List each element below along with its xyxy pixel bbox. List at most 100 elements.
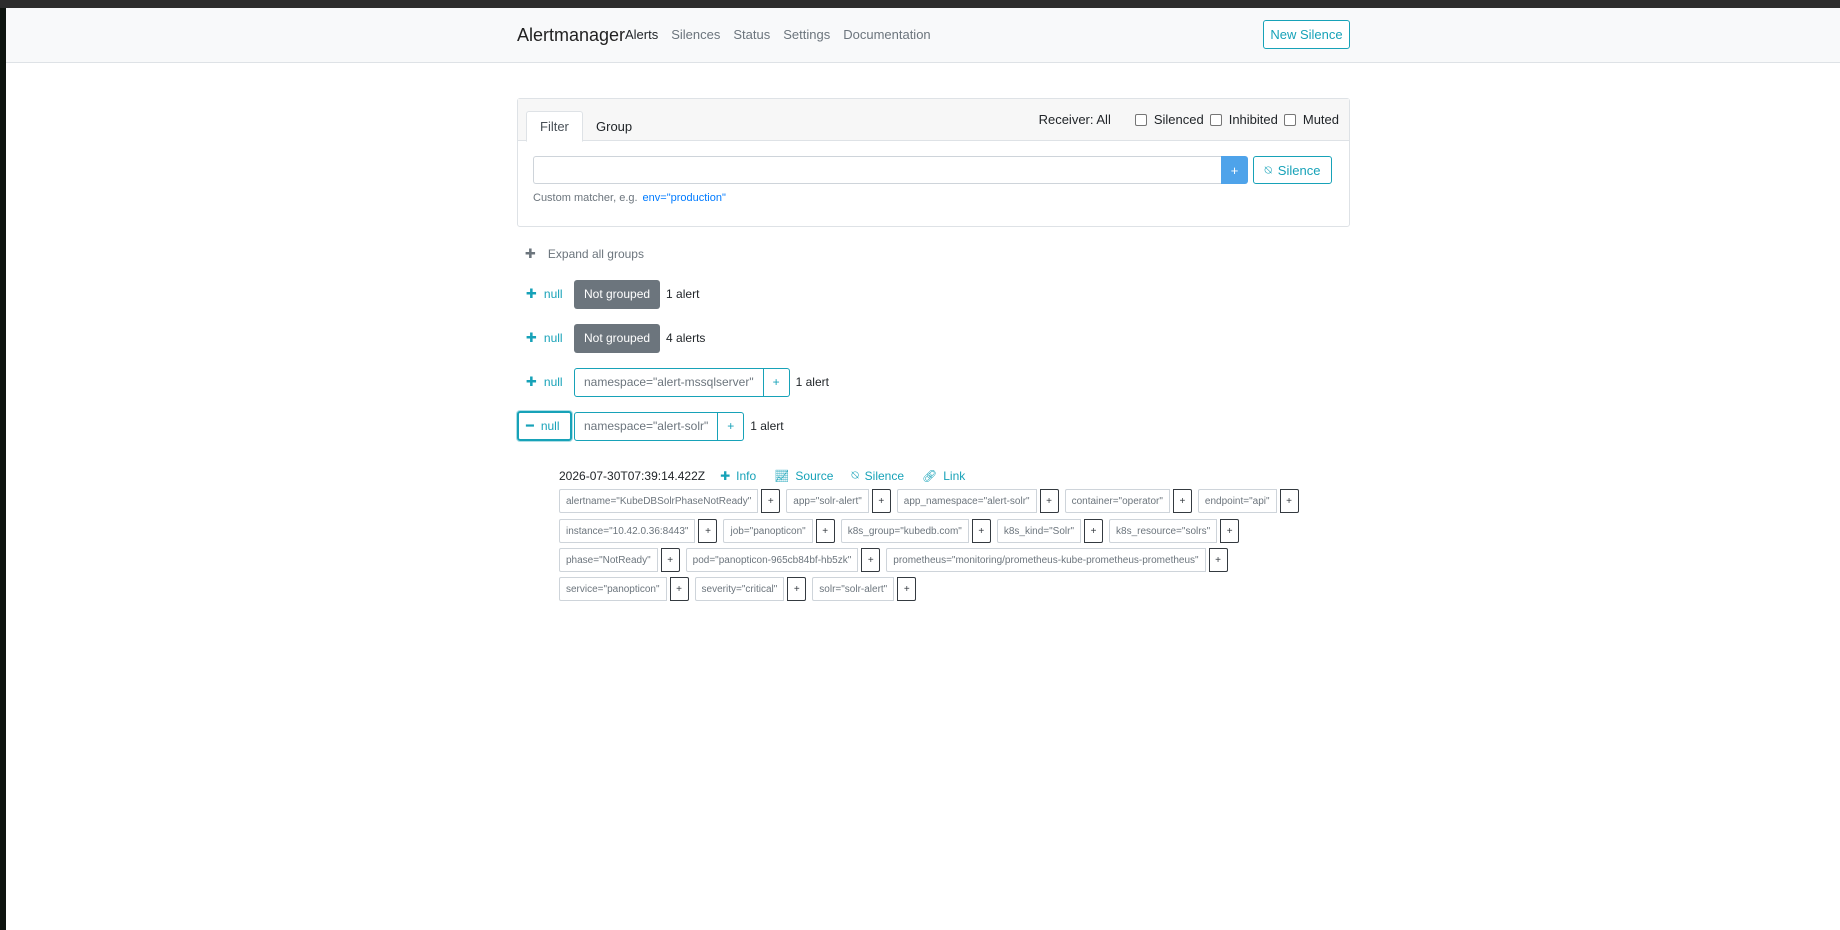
brand-title[interactable]: Alertmanager bbox=[517, 25, 625, 46]
nav-alerts[interactable]: Alerts bbox=[625, 27, 658, 42]
link-button[interactable]: 🔗︎ Link bbox=[922, 469, 965, 483]
alert-group: ✚ null Not grouped 1 alert bbox=[517, 279, 699, 309]
group-count: 1 alert bbox=[795, 375, 829, 389]
label-add-button[interactable]: + bbox=[669, 577, 689, 601]
label-add-button[interactable]: + bbox=[1279, 489, 1299, 513]
label-matcher-button[interactable]: service="panopticon" bbox=[559, 577, 667, 601]
label-add-button[interactable]: + bbox=[1208, 548, 1228, 572]
group-toggle[interactable]: ✚ null bbox=[517, 323, 572, 353]
label-add-button[interactable]: + bbox=[871, 489, 891, 513]
alert-label: endpoint="api" + bbox=[1197, 489, 1299, 513]
plus-icon: ✚ bbox=[526, 286, 537, 301]
silence-alert-button[interactable]: ⍉ Silence bbox=[851, 468, 904, 483]
silence-filter-button[interactable]: ⍉ Silence bbox=[1253, 156, 1332, 184]
label-add-button[interactable]: + bbox=[1220, 519, 1240, 543]
add-matcher-button[interactable]: + bbox=[1221, 156, 1248, 184]
minus-icon: ━ bbox=[526, 418, 534, 433]
label-matcher-button[interactable]: k8s_kind="Solr" bbox=[996, 519, 1082, 543]
nav-settings[interactable]: Settings bbox=[783, 27, 830, 42]
checkbox-box[interactable] bbox=[1209, 113, 1222, 126]
label-add-button[interactable]: + bbox=[1039, 489, 1059, 513]
alert-label: pod="panopticon-965cb84bf-hb5zk" + bbox=[685, 548, 881, 572]
label-matcher-button[interactable]: alertname="KubeDBSolrPhaseNotReady" bbox=[559, 489, 759, 513]
link-icon: 🔗︎ bbox=[922, 468, 938, 483]
bell-slash-icon: ⍉ bbox=[1264, 162, 1272, 177]
group-label-badge: Not grouped bbox=[574, 323, 661, 353]
label-add-button[interactable]: + bbox=[761, 489, 781, 513]
label-matcher-button[interactable]: container="operator" bbox=[1064, 489, 1170, 513]
label-add-button[interactable]: + bbox=[971, 519, 991, 543]
alert-label: service="panopticon" + bbox=[559, 577, 689, 601]
nav-silences[interactable]: Silences bbox=[671, 27, 720, 42]
label-matcher-button[interactable]: solr="solr-alert" bbox=[812, 577, 895, 601]
alert-label: container="operator" + bbox=[1064, 489, 1192, 513]
label-add-button[interactable]: + bbox=[698, 519, 718, 543]
label-add-button[interactable]: + bbox=[787, 577, 807, 601]
plus-icon: ✚ bbox=[526, 330, 537, 345]
group-label-add-button[interactable]: + bbox=[718, 411, 745, 441]
label-matcher-button[interactable]: k8s_resource="solrs" bbox=[1109, 519, 1218, 543]
alert-label: prometheus="monitoring/prometheus-kube-p… bbox=[886, 548, 1228, 572]
page-viewport: Alertmanager Alerts Silences Status Sett… bbox=[6, 8, 1840, 930]
alert-label: solr="solr-alert" + bbox=[812, 577, 917, 601]
group-toggle[interactable]: ━ null bbox=[517, 411, 572, 441]
alert-label: k8s_group="kubedb.com" + bbox=[840, 519, 991, 543]
source-label: Source bbox=[795, 468, 834, 483]
hint-example[interactable]: env="production" bbox=[643, 192, 726, 204]
label-matcher-button[interactable]: prometheus="monitoring/prometheus-kube-p… bbox=[886, 548, 1206, 572]
group-label-add-button[interactable]: + bbox=[763, 367, 790, 397]
alert-labels-row: alertname="KubeDBSolrPhaseNotReady" + app… bbox=[559, 489, 1299, 513]
muted-checkbox[interactable]: Muted bbox=[1283, 112, 1341, 127]
alert-label: job="panopticon" + bbox=[723, 519, 835, 543]
label-add-button[interactable]: + bbox=[861, 548, 881, 572]
label-add-button[interactable]: + bbox=[1084, 519, 1104, 543]
bell-slash-icon: ⍉ bbox=[851, 468, 859, 482]
alert-header: 2026-07-30T07:39:14.422Z ✚ Info 📈︎ Source … bbox=[559, 468, 983, 483]
filter-input[interactable] bbox=[533, 156, 1221, 184]
tab-filter[interactable]: Filter bbox=[526, 111, 583, 142]
nav-links: Alerts Silences Status Settings Document… bbox=[625, 27, 931, 42]
nav-status[interactable]: Status bbox=[733, 27, 770, 42]
group-label-button[interactable]: namespace="alert-mssqlserver" bbox=[574, 367, 764, 397]
info-button[interactable]: ✚ Info bbox=[720, 469, 756, 483]
link-label: Link bbox=[943, 468, 966, 483]
group-toggle-label: null bbox=[543, 287, 563, 301]
alert-timestamp: 2026-07-30T07:39:14.422Z bbox=[559, 468, 706, 483]
label-add-button[interactable]: + bbox=[1172, 489, 1192, 513]
alert-label: instance="10.42.0.36:8443" + bbox=[559, 519, 718, 543]
tab-group[interactable]: Group bbox=[583, 111, 645, 142]
inhibited-checkbox[interactable]: Inhibited bbox=[1209, 112, 1280, 127]
alert-labels-row: service="panopticon" + severity="critical… bbox=[559, 577, 917, 601]
label-matcher-button[interactable]: k8s_group="kubedb.com" bbox=[840, 519, 969, 543]
group-toggle[interactable]: ✚ null bbox=[517, 279, 572, 309]
new-silence-button[interactable]: New Silence bbox=[1263, 20, 1350, 49]
label-add-button[interactable]: + bbox=[897, 577, 917, 601]
matcher-hint: Custom matcher, e.g. env="production" bbox=[533, 192, 726, 204]
group-toggle-label: null bbox=[543, 331, 563, 345]
silenced-checkbox[interactable]: Silenced bbox=[1134, 112, 1206, 127]
label-matcher-button[interactable]: job="panopticon" bbox=[723, 519, 813, 543]
label-matcher-button[interactable]: severity="critical" bbox=[694, 577, 785, 601]
silence-filter-label: Silence bbox=[1277, 162, 1321, 178]
label-matcher-button[interactable]: phase="NotReady" bbox=[559, 548, 658, 572]
label-matcher-button[interactable]: instance="10.42.0.36:8443" bbox=[559, 519, 696, 543]
alert-group: ━ null namespace="alert-solr" + 1 alert bbox=[517, 411, 784, 441]
expand-all-groups[interactable]: ✚ Expand all groups bbox=[525, 246, 644, 262]
source-button[interactable]: 📈︎ Source bbox=[774, 469, 833, 483]
receiver-select[interactable]: Receiver: All bbox=[1039, 112, 1111, 127]
label-add-button[interactable]: + bbox=[815, 519, 835, 543]
label-matcher-button[interactable]: app="solr-alert" bbox=[786, 489, 869, 513]
alert-label: app_namespace="alert-solr" + bbox=[896, 489, 1059, 513]
group-label-badge: Not grouped bbox=[574, 279, 661, 309]
alert-label: app="solr-alert" + bbox=[786, 489, 891, 513]
group-toggle[interactable]: ✚ null bbox=[517, 367, 572, 397]
group-label-button[interactable]: namespace="alert-solr" bbox=[574, 411, 719, 441]
label-matcher-button[interactable]: pod="panopticon-965cb84bf-hb5zk" bbox=[685, 548, 859, 572]
label-matcher-button[interactable]: app_namespace="alert-solr" bbox=[896, 489, 1037, 513]
nav-documentation[interactable]: Documentation bbox=[843, 27, 930, 42]
label-add-button[interactable]: + bbox=[660, 548, 680, 572]
inhibited-label: Inhibited bbox=[1228, 112, 1278, 127]
checkbox-box[interactable] bbox=[1134, 113, 1147, 126]
checkbox-box[interactable] bbox=[1283, 113, 1296, 126]
label-matcher-button[interactable]: endpoint="api" bbox=[1197, 489, 1277, 513]
